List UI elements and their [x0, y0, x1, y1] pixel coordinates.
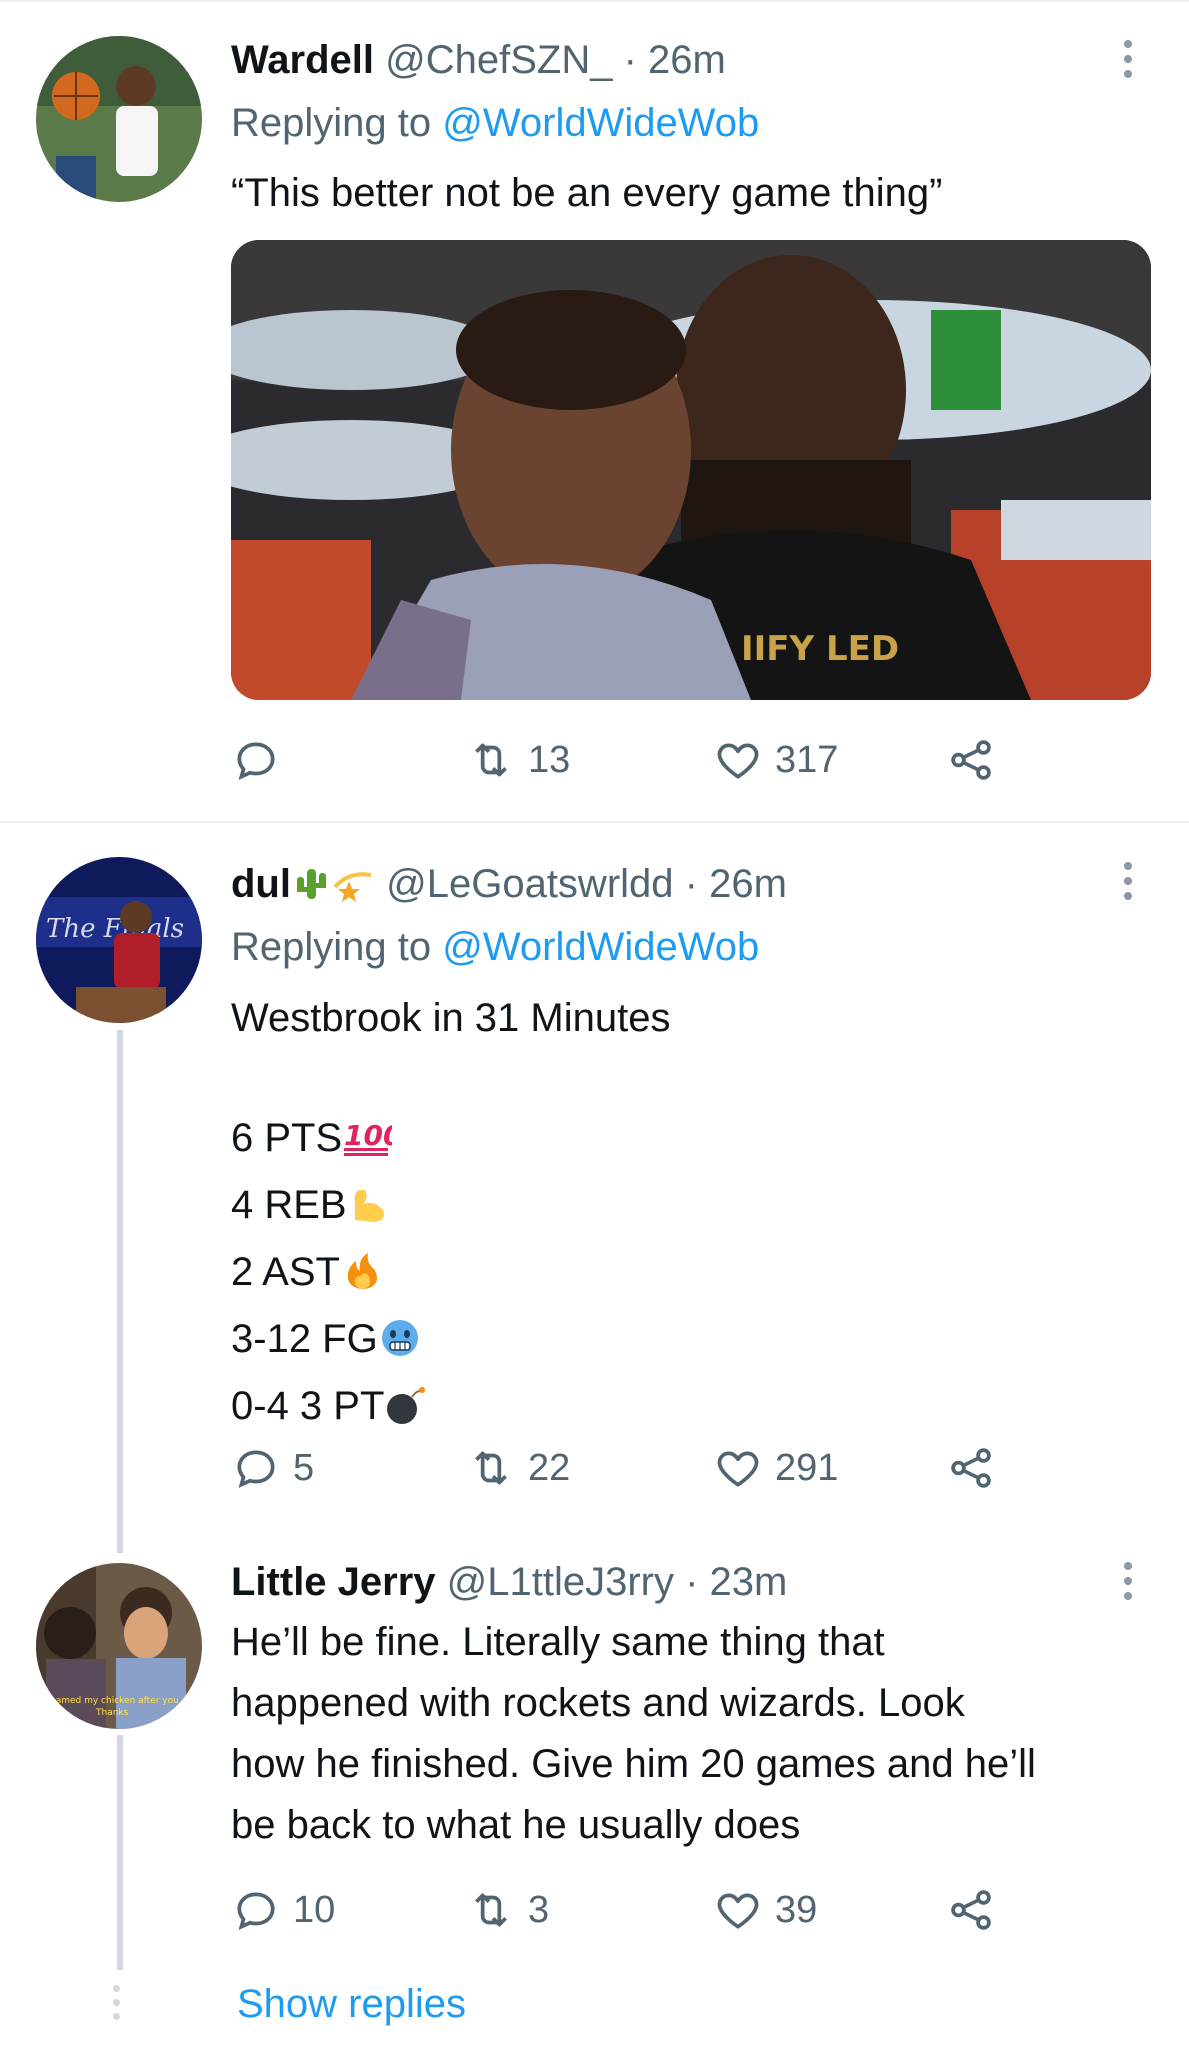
tweet-actions: 13 317 — [231, 730, 1031, 790]
more-options-icon[interactable] — [1122, 40, 1134, 85]
replying-to-mention[interactable]: @WorldWideWob — [442, 925, 759, 969]
tweet-divider — [0, 821, 1189, 823]
retweet-count: 3 — [528, 1888, 550, 1931]
like-count: 39 — [775, 1888, 818, 1931]
stat-row: 6 PTS100 — [231, 1108, 428, 1175]
retweet-icon — [475, 743, 507, 777]
tweet-text: He’ll be fine. Literally same thing that… — [231, 1620, 1036, 1847]
retweet-count: 13 — [528, 738, 571, 781]
stat-row: 4 REB — [231, 1175, 428, 1242]
dizzy-emoji — [331, 863, 375, 914]
like-count: 291 — [775, 1446, 839, 1489]
like-count: 317 — [775, 738, 839, 781]
stat-text: 3-12 FG — [231, 1317, 378, 1361]
replying-to-mention[interactable]: @WorldWideWob — [442, 101, 759, 145]
tweet-header: Wardell @ChefSZN_ · 26m — [231, 36, 726, 84]
hundred-points-emoji: 100 — [342, 1114, 403, 1175]
user-handle[interactable]: @L1ttleJ3rry — [447, 1560, 674, 1604]
cold-face-emoji — [378, 1315, 422, 1376]
share-icon — [951, 1448, 991, 1488]
user-handle[interactable]: @LeGoatswrldd — [386, 862, 673, 906]
reply-button[interactable]: 5 — [231, 1438, 314, 1498]
reply-count: 5 — [293, 1446, 315, 1489]
display-name[interactable]: Little Jerry — [231, 1560, 436, 1604]
display-name[interactable]: Wardell — [231, 38, 374, 82]
flexed-biceps-emoji — [347, 1181, 391, 1242]
more-options-icon[interactable] — [1122, 1562, 1134, 1607]
timestamp[interactable]: · 23m — [685, 1560, 787, 1604]
fire-emoji — [340, 1248, 384, 1309]
replying-to-label: Replying to — [231, 101, 443, 145]
share-icon — [951, 1890, 991, 1930]
retweet-count: 22 — [528, 1446, 571, 1489]
timestamp[interactable]: · 26m — [685, 862, 787, 906]
replying-to-label: Replying to — [231, 925, 443, 969]
timestamp[interactable]: · 26m — [624, 38, 726, 82]
avatar[interactable]: The Finals — [36, 857, 202, 1023]
user-handle[interactable]: @ChefSZN_ — [385, 38, 612, 82]
reply-button[interactable]: 10 — [231, 1880, 335, 1940]
reply-icon — [237, 1892, 275, 1931]
stat-row: 2 AST — [231, 1242, 428, 1309]
retweet-button[interactable]: 13 — [466, 730, 570, 790]
reply-icon — [237, 1450, 275, 1489]
display-name[interactable]: dul — [231, 862, 291, 906]
tweet-actions: 5 22 291 — [231, 1438, 1031, 1498]
like-button[interactable]: 39 — [713, 1880, 817, 1940]
top-divider — [0, 0, 1189, 2]
show-replies-link[interactable]: Show replies — [237, 1980, 466, 2028]
heart-icon — [717, 743, 759, 779]
avatar[interactable] — [36, 36, 202, 202]
stat-text: 4 REB — [231, 1183, 347, 1227]
thread-dots-icon — [113, 1985, 120, 2020]
svg-text:Thanks: Thanks — [95, 1708, 129, 1718]
svg-text:named my chicken after you: named my chicken after you — [50, 1696, 179, 1706]
reply-icon — [237, 742, 275, 781]
replying-to: Replying to @WorldWideWob — [231, 99, 759, 147]
heart-icon — [717, 1893, 759, 1929]
tweet-header: dul @LeGoatswrldd · 26m — [231, 860, 787, 914]
retweet-button[interactable]: 3 — [466, 1880, 549, 1940]
cactus-emoji — [291, 863, 331, 914]
stat-text: 0-4 3 PT — [231, 1384, 385, 1428]
thread-line — [117, 1030, 123, 1553]
stats-list: 6 PTS100 4 REB 2 AST 3-12 FG 0-4 3 PT — [231, 1108, 428, 1443]
share-button[interactable] — [946, 1880, 1008, 1940]
retweet-button[interactable]: 22 — [466, 1438, 570, 1498]
replying-to: Replying to @WorldWideWob — [231, 923, 759, 971]
retweet-icon — [475, 1451, 507, 1485]
share-button[interactable] — [946, 730, 1008, 790]
tweet-media-image[interactable]: IIFY LED — [231, 240, 1151, 700]
more-options-icon[interactable] — [1122, 862, 1134, 907]
share-icon — [951, 740, 991, 780]
tweet-actions: 10 3 39 — [231, 1880, 1031, 1940]
stat-row: 0-4 3 PT — [231, 1376, 428, 1443]
stat-text: 6 PTS — [231, 1116, 343, 1160]
heart-icon — [717, 1451, 759, 1487]
stat-row: 3-12 FG — [231, 1309, 428, 1376]
reply-button[interactable] — [231, 730, 293, 790]
stat-text: 2 AST — [231, 1250, 340, 1294]
avatar[interactable]: named my chicken after you Thanks — [36, 1563, 202, 1729]
like-button[interactable]: 317 — [713, 730, 838, 790]
share-button[interactable] — [946, 1438, 1008, 1498]
thread-line — [117, 1735, 123, 1970]
like-button[interactable]: 291 — [713, 1438, 838, 1498]
tweet-header: Little Jerry @L1ttleJ3rry · 23m — [231, 1558, 787, 1606]
tweet-text-line: Westbrook in 31 Minutes — [231, 996, 671, 1040]
svg-text:100: 100 — [344, 1119, 392, 1152]
tweet-text: “This better not be an every game thing” — [231, 171, 943, 215]
bomb-emoji — [384, 1382, 428, 1443]
reply-count: 10 — [293, 1888, 336, 1931]
retweet-icon — [475, 1893, 507, 1927]
svg-text:IIFY LED: IIFY LED — [741, 629, 899, 669]
